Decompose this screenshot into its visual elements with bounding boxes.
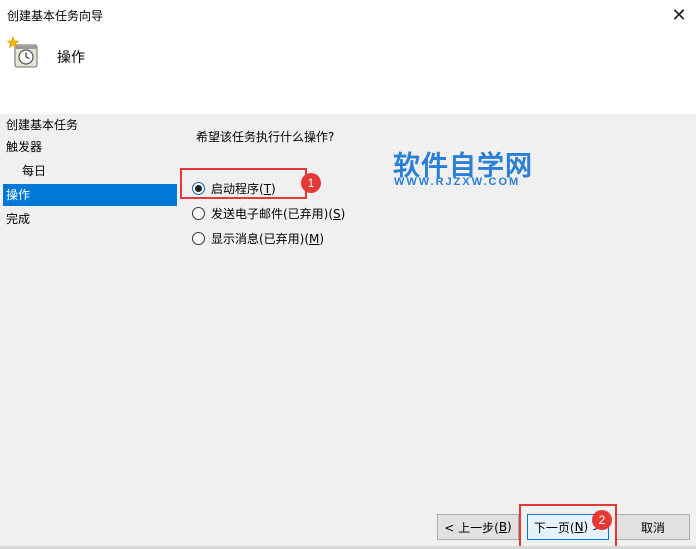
nav-item-action[interactable]: 操作 xyxy=(3,184,177,206)
radio-send-email[interactable]: 发送电子邮件(已弃用)(S) xyxy=(192,203,345,223)
cancel-button[interactable]: 取消 xyxy=(616,514,690,540)
title-bar: 创建基本任务向导 ✕ xyxy=(0,0,696,30)
close-button[interactable]: ✕ xyxy=(662,0,696,30)
wizard-steps-nav: 创建基本任务 触发器 每日 操作 完成 xyxy=(0,114,180,549)
nav-item-create-basic-task[interactable]: 创建基本任务 xyxy=(3,114,177,136)
radio-display-message[interactable]: 显示消息(已弃用)(M) xyxy=(192,228,324,248)
radio-label-display-message: 显示消息(已弃用)(M) xyxy=(211,231,325,246)
page-title: 操作 xyxy=(57,50,85,66)
action-question: 希望该任务执行什么操作? xyxy=(196,130,335,144)
nav-item-trigger[interactable]: 触发器 xyxy=(3,136,177,158)
watermark-url: WWW.RJZXW.COM xyxy=(394,176,521,188)
wizard-window: 创建基本任务向导 ✕ 操作 创建基本任务 触发器 每日 操作 完成 希望该任务执… xyxy=(0,0,696,549)
back-button[interactable]: < 上一步(B) xyxy=(437,514,519,540)
radio-button[interactable] xyxy=(192,206,205,220)
radio-label-send-email: 发送电子邮件(已弃用)(S) xyxy=(211,206,346,221)
wizard-content: 创建基本任务 触发器 每日 操作 完成 希望该任务执行什么操作? 软件自学网 W… xyxy=(0,114,696,549)
annotation-badge-1: 1 xyxy=(301,173,321,193)
nav-item-daily[interactable]: 每日 xyxy=(3,160,177,182)
close-icon: ✕ xyxy=(671,4,687,26)
wizard-header: 操作 xyxy=(0,30,696,114)
radio-button[interactable] xyxy=(192,231,205,245)
annotation-badge-2: 2 xyxy=(592,510,612,530)
task-scheduler-clock-icon xyxy=(6,36,38,68)
nav-item-finish[interactable]: 完成 xyxy=(3,208,177,230)
window-title: 创建基本任务向导 xyxy=(7,9,104,23)
annotation-highlight-1 xyxy=(180,168,307,199)
